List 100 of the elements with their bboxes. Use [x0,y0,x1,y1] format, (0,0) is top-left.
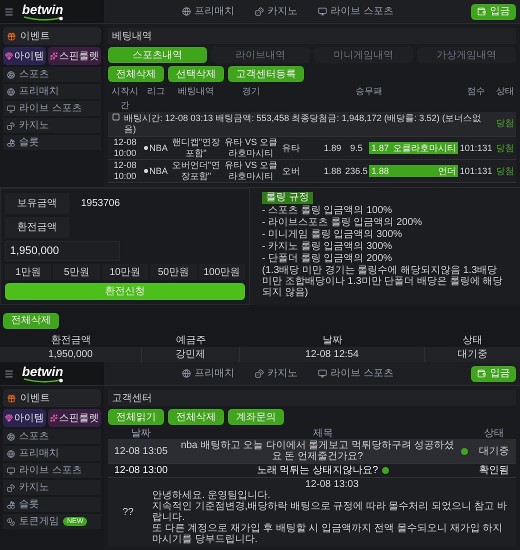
amount-chip[interactable]: 1만원 [5,264,52,280]
sidebar-item[interactable]: 라이브 스포츠 [3,101,101,116]
menu-item-icon [7,88,15,96]
menu-icon[interactable] [4,6,14,16]
sidebar-item-label: 토큰게임 [19,515,59,529]
action-button[interactable]: 계좌문의 [228,409,284,425]
menu-item-icon [7,70,15,78]
wallet-icon [477,369,486,378]
menu-item-icon [7,138,15,146]
bet-summary: 배팅시간: 12-08 03:13 배팅금액: 553,458 최종당첨금: 1,948,172 (배당률: 3.52) (보너스없음) [124,113,482,135]
menu-item-icon [7,484,15,492]
column-header: 상태 [483,428,505,439]
league-cell: NBA [142,142,170,154]
delete-all-button[interactable]: 전체삭제 [3,312,59,328]
menu-item-icon [7,122,15,130]
status-text: 당첨 [495,166,515,176]
tab[interactable]: 스포츠내역 [108,47,207,63]
promo-card[interactable]: 스핀룰렛 [48,409,101,427]
rule-text: (1.3배당 미만 경기는 롤링수에 해당되지않음 1.3배당 미만 조합배당이나 1.3미만 단폴더 배당은 롤링에 해당되지 않음) [262,265,504,298]
sidebar-item-label: 라이브 스포츠 [19,464,82,478]
ticket-title: nba 배팅하고 오늘 다이에서 롤게보고 먹튀당하구려 성공하셨요 돈 언제줄건가요? [180,440,456,462]
column-header: 날짜 [322,334,344,348]
row-checkbox[interactable] [112,113,120,121]
sidebar-item[interactable]: 프리매치 [3,84,101,99]
odds-pick[interactable]: 오버 1.88 [280,165,344,177]
column-header: 상태 [495,85,515,98]
rule-text: - 라이브스포츠 롤링 입금액의 200% [262,217,424,228]
gem-icon [5,414,13,422]
amount-chip[interactable]: 50만원 [150,264,197,280]
deposit-button[interactable]: 입금 [471,366,516,382]
column-header: 경기 [241,85,261,98]
amount-field[interactable]: 1,950,000 [5,241,120,261]
sidebar-item[interactable]: 프리매치 [3,446,101,461]
table-cell-text: 101:131 [458,142,494,154]
odds-pick[interactable]: 1.88 언더 [369,165,458,177]
nav-link[interactable]: 카지노 [254,4,298,19]
league-cell: NBA [142,166,170,176]
column-header: 상태 [462,334,484,348]
tab[interactable]: 미니게임내역 [314,47,413,63]
table-cell-text: 101:131 [458,166,494,176]
sidebar-item[interactable]: 슬롯 [3,135,101,150]
menu-icon[interactable] [4,368,14,378]
action-button[interactable]: 전체읽기 [108,409,164,425]
sidebar-item[interactable]: 스포츠 [3,67,101,82]
amount-chip[interactable]: 5만원 [53,264,100,280]
menu-item-icon [7,450,15,458]
amount-label: 환전금액 [5,217,69,238]
sidebar-item[interactable]: 카지노 [3,480,101,495]
nav-link[interactable]: 라이브 스포츠 [318,366,394,381]
status-text: 당첨 [495,142,515,154]
odds-pick[interactable]: 유타 1.89 [280,142,344,154]
nav-link[interactable]: 프리매치 [182,4,235,19]
nav-link[interactable]: 프리매치 [182,366,235,381]
promo-card[interactable]: 아이템 [3,47,46,65]
promo-card[interactable]: 스핀룰렛 [48,47,101,65]
table-cell-text: 12-08 13:00 [113,465,169,476]
menu-item-icon [7,432,15,440]
event-card[interactable]: 이벤트 [3,389,101,407]
sparkle-icon [50,52,58,60]
menu-item-icon [7,518,15,526]
event-card[interactable]: 이벤트 [3,27,101,45]
status-text: 당첨 [495,117,515,130]
sidebar-item[interactable]: 라이브 스포츠 [3,463,101,478]
sidebar-item[interactable]: 스포츠 [3,429,101,444]
action-button[interactable]: 전체삭제 [108,66,164,82]
nav-icon [318,7,327,16]
action-button[interactable]: 전체삭제 [168,409,224,425]
nav-icon [254,7,264,16]
rule-text: - 카지노 롤링 입금액의 300% [262,241,394,252]
deposit-button[interactable]: 입금 [471,4,516,20]
amount-chip[interactable]: 10만원 [102,264,148,280]
tab[interactable]: 가상게임내역 [417,47,516,63]
handicap-line: 236.5 [344,166,369,176]
sidebar-item[interactable]: 슬롯 [3,497,101,512]
action-button[interactable]: 선택삭제 [168,66,224,82]
ticket-row[interactable]: 12-08 13:00 노래 먹튀는 상태지않나요? 확인됨 [108,464,516,478]
promo-card[interactable]: 아이템 [3,409,46,427]
odds-pick[interactable]: 1.87 오클라호마시티 [369,142,458,154]
sidebar-item-label: 프리매치 [19,85,59,99]
page-title-bar: 고객센터 [108,390,516,406]
table-cell-text: 확인됨 [478,465,510,476]
question-text: ?? [121,506,135,518]
table-cell-text: 대기중 [456,348,488,362]
nav-icon [182,369,191,378]
nav-link[interactable]: 라이브 스포츠 [318,4,394,19]
sidebar-item-label: 라이브 스포츠 [19,102,82,116]
column-header: 점수 [466,85,486,98]
menu-item-icon [7,500,15,508]
sidebar-item-label: 프리매치 [19,447,59,461]
ticket-row[interactable]: 12-08 13:05 nba 배팅하고 오늘 다이에서 롤게보고 먹튀당하구려 성공하셨요 돈 언제줄건가요? 대기중 [108,439,516,464]
action-button[interactable]: 고객센터등록 [228,66,304,82]
amount-chip[interactable]: 100만원 [198,264,246,280]
reply-text: 또 다른 계정으로 재가입 후 배팅할 시 입금액까지 전액 몰수되오니 재가입 하지마시기를 당부드립니다. [152,523,504,545]
table-cell-text: 대기중 [478,446,510,456]
sidebar-item-label: 스포츠 [19,430,49,444]
tab[interactable]: 라이브내역 [211,47,310,63]
nav-link[interactable]: 카지노 [254,366,298,381]
column-header: 리그 [146,85,166,98]
column-header: 베팅내역 [177,85,215,98]
sidebar-item[interactable]: 카지노 [3,118,101,133]
